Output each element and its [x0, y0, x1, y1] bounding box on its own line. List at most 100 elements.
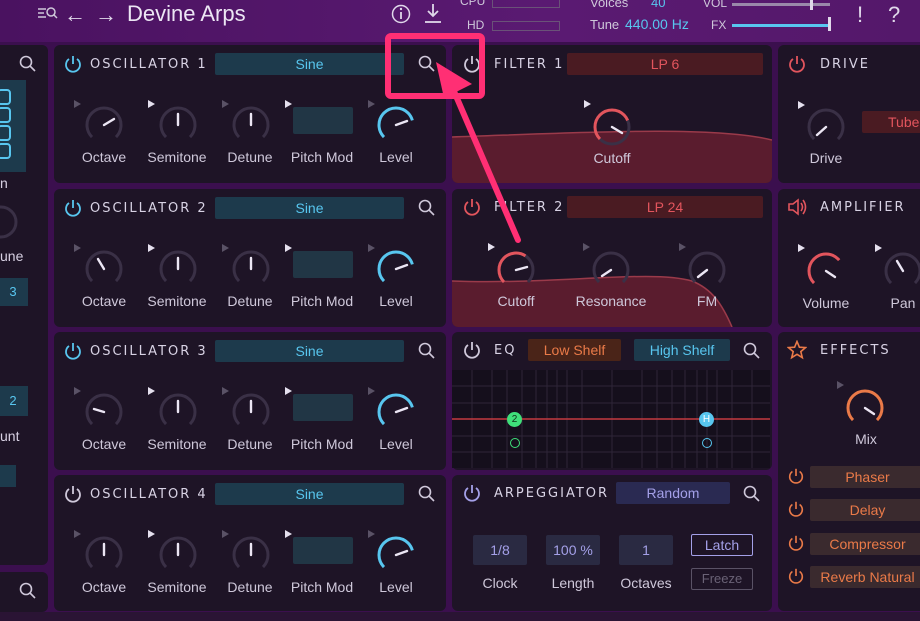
alert-icon[interactable]: !: [857, 2, 863, 28]
osc2-mod-arrow-3[interactable]: [222, 244, 229, 252]
eq-graph[interactable]: [452, 370, 770, 468]
osc3-detune-knob[interactable]: [231, 392, 271, 432]
filter2-mod-arrow-2[interactable]: [583, 243, 590, 251]
left-value-box-1[interactable]: 3: [0, 278, 28, 306]
osc4-search-icon[interactable]: [418, 485, 436, 503]
osc1-pitch-mod-box[interactable]: [293, 107, 353, 134]
drive-type-select[interactable]: Tube: [862, 111, 920, 133]
osc2-power-icon[interactable]: [63, 198, 83, 218]
osc1-mod-arrow-2[interactable]: [148, 100, 155, 108]
left-value-box-3[interactable]: [0, 465, 16, 487]
osc1-mod-arrow-5[interactable]: [368, 100, 375, 108]
osc3-search-icon[interactable]: [418, 342, 436, 360]
back-arrow-icon[interactable]: ←: [64, 2, 86, 28]
effect-3-button[interactable]: Compressor: [810, 533, 920, 555]
osc2-mod-arrow-5[interactable]: [368, 244, 375, 252]
osc1-level-knob[interactable]: [376, 105, 416, 145]
osc2-semitone-knob[interactable]: [158, 249, 198, 289]
osc1-octave-knob[interactable]: [84, 105, 124, 145]
effect-4-button[interactable]: Reverb Natural: [810, 566, 920, 588]
filter2-fm-knob[interactable]: [687, 250, 727, 290]
mix-knob[interactable]: [845, 388, 885, 428]
left-knob[interactable]: [0, 205, 18, 239]
effect-3-power-icon[interactable]: [787, 534, 805, 552]
osc3-mod-arrow-2[interactable]: [148, 387, 155, 395]
filter2-cutoff-knob[interactable]: [496, 250, 536, 290]
volume-mod-arrow[interactable]: [798, 244, 805, 252]
osc2-level-knob[interactable]: [376, 249, 416, 289]
arp-octaves-value[interactable]: 1: [619, 535, 673, 565]
volume-knob[interactable]: [806, 251, 846, 291]
filter1-cutoff-knob[interactable]: [592, 107, 632, 147]
eq-handle-high[interactable]: [702, 438, 712, 448]
osc4-octave-knob[interactable]: [84, 535, 124, 575]
download-icon[interactable]: [423, 3, 443, 25]
filter2-resonance-knob[interactable]: [591, 250, 631, 290]
vol-slider-handle[interactable]: [810, 0, 813, 10]
osc3-power-icon[interactable]: [63, 341, 83, 361]
eq-handle-low[interactable]: [510, 438, 520, 448]
osc1-mod-arrow-4[interactable]: [285, 100, 292, 108]
drive-power-icon[interactable]: [787, 54, 807, 74]
arp-latch-button[interactable]: Latch: [691, 534, 753, 556]
speaker-icon[interactable]: [787, 197, 809, 217]
osc1-mod-arrow-1[interactable]: [74, 100, 81, 108]
info-icon[interactable]: [391, 4, 411, 24]
osc2-mod-arrow-2[interactable]: [148, 244, 155, 252]
osc1-power-icon[interactable]: [63, 54, 83, 74]
pan-mod-arrow[interactable]: [875, 244, 882, 252]
effect-4-power-icon[interactable]: [787, 567, 805, 585]
osc2-octave-knob[interactable]: [84, 249, 124, 289]
osc1-detune-knob[interactable]: [231, 105, 271, 145]
osc4-detune-knob[interactable]: [231, 535, 271, 575]
filter1-type-select[interactable]: LP 6: [567, 53, 763, 75]
fx-slider-handle[interactable]: [828, 17, 831, 31]
eq-node-low[interactable]: 2: [507, 412, 522, 427]
osc4-level-knob[interactable]: [376, 535, 416, 575]
osc1-waveform-select[interactable]: Sine: [215, 53, 404, 75]
eq-high-shelf-select[interactable]: High Shelf: [634, 339, 730, 361]
osc4-mod-arrow-3[interactable]: [222, 530, 229, 538]
arp-mode-select[interactable]: Random: [616, 482, 730, 504]
osc2-detune-knob[interactable]: [231, 249, 271, 289]
osc3-level-knob[interactable]: [376, 392, 416, 432]
osc1-mod-arrow-3[interactable]: [222, 100, 229, 108]
osc3-mod-arrow-5[interactable]: [368, 387, 375, 395]
osc3-mod-arrow-3[interactable]: [222, 387, 229, 395]
osc3-waveform-select[interactable]: Sine: [215, 340, 404, 362]
star-icon[interactable]: [787, 340, 807, 360]
osc4-power-icon[interactable]: [63, 484, 83, 504]
effect-1-button[interactable]: Phaser: [810, 466, 920, 488]
osc3-octave-knob[interactable]: [84, 392, 124, 432]
arp-search-icon[interactable]: [743, 485, 761, 503]
fx-slider[interactable]: [732, 24, 830, 27]
tune-value[interactable]: 440.00 Hz: [625, 16, 689, 32]
osc2-pitch-mod-box[interactable]: [293, 251, 353, 278]
osc4-waveform-select[interactable]: Sine: [215, 483, 404, 505]
osc3-pitch-mod-box[interactable]: [293, 394, 353, 421]
arp-clock-value[interactable]: 1/8: [473, 535, 527, 565]
eq-power-icon[interactable]: [462, 340, 482, 360]
eq-search-icon[interactable]: [743, 342, 761, 360]
osc4-mod-arrow-5[interactable]: [368, 530, 375, 538]
filter2-mod-arrow-3[interactable]: [679, 243, 686, 251]
osc4-semitone-knob[interactable]: [158, 535, 198, 575]
effect-2-power-icon[interactable]: [787, 500, 805, 518]
filter1-mod-arrow[interactable]: [584, 100, 591, 108]
effect-2-button[interactable]: Delay: [810, 499, 920, 521]
filter2-type-select[interactable]: LP 24: [567, 196, 763, 218]
left-value-box-2[interactable]: 2: [0, 386, 28, 416]
osc4-pitch-mod-box[interactable]: [293, 537, 353, 564]
osc4-mod-arrow-4[interactable]: [285, 530, 292, 538]
osc4-mod-arrow-1[interactable]: [74, 530, 81, 538]
eq-node-high[interactable]: H: [699, 412, 714, 427]
eq-low-shelf-select[interactable]: Low Shelf: [528, 339, 621, 361]
osc1-semitone-knob[interactable]: [158, 105, 198, 145]
preset-title[interactable]: Devine Arps: [127, 1, 246, 27]
effect-1-power-icon[interactable]: [787, 467, 805, 485]
search-icon[interactable]: [19, 55, 37, 73]
help-icon[interactable]: ?: [888, 2, 900, 28]
pan-knob[interactable]: [883, 251, 920, 291]
arp-freeze-button[interactable]: Freeze: [691, 568, 753, 590]
vol-slider[interactable]: [732, 3, 830, 6]
